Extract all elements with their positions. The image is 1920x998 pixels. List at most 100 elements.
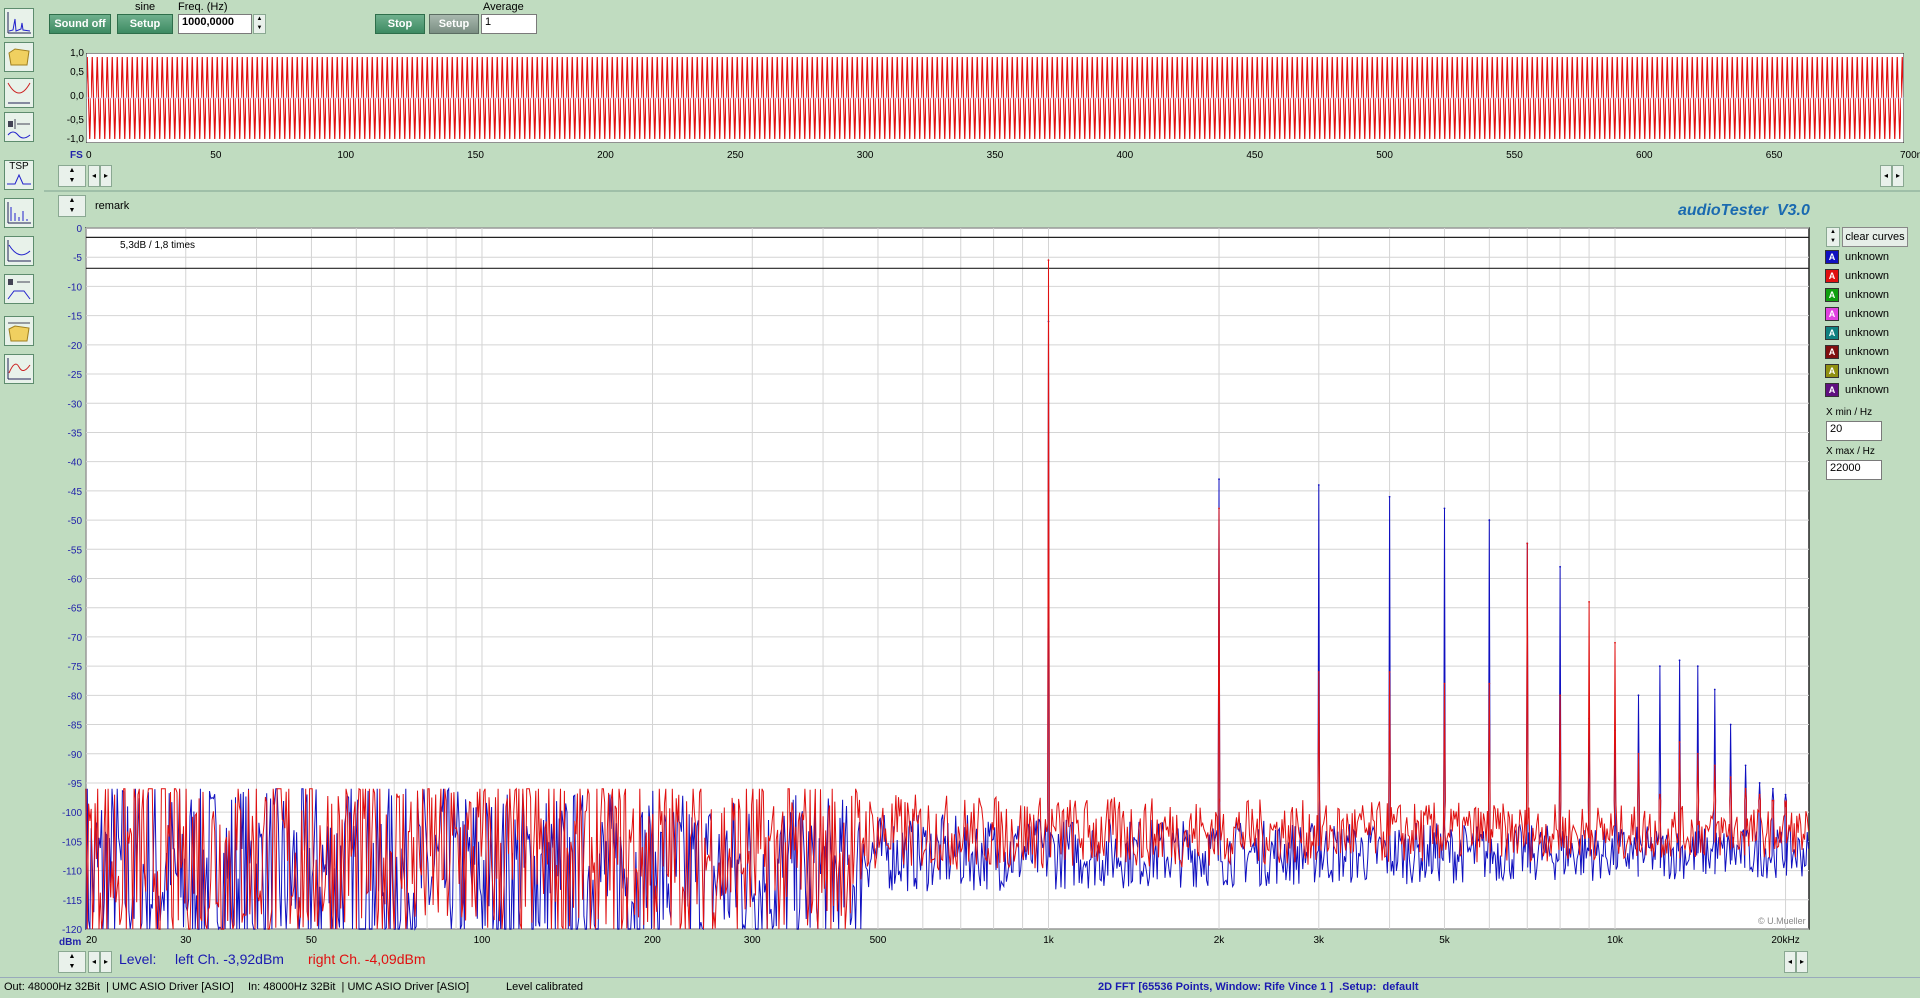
stop-button[interactable]: Stop	[375, 14, 425, 34]
spectrum-icon[interactable]	[4, 198, 34, 228]
curve-color-icon[interactable]: A	[1825, 364, 1839, 378]
harmonic-peak	[1713, 764, 1716, 767]
y-tick-label: -75	[68, 662, 83, 673]
distortion-icon[interactable]	[4, 354, 34, 384]
legend-label: unknown	[1845, 346, 1890, 358]
y-tick-label: -40	[68, 458, 83, 469]
harmonic-peak	[1772, 787, 1774, 790]
harmonic-peak	[1713, 688, 1716, 691]
curve-color-icon[interactable]: A	[1825, 383, 1839, 397]
fft-scroll-left[interactable]: ◂	[88, 951, 100, 973]
tsp-label: TSP	[9, 161, 29, 172]
harmonic-peak	[1658, 793, 1661, 796]
harmonic-peak	[1678, 659, 1681, 662]
y-tick-label: -65	[68, 604, 83, 615]
speaker-filter-icon[interactable]	[4, 274, 34, 304]
fft-view-icon[interactable]	[4, 8, 34, 38]
legend-scroll[interactable]: ▲ ▼	[1826, 227, 1840, 247]
curve-color-icon[interactable]: A	[1825, 326, 1839, 340]
legend-item[interactable]: Aunknown	[1825, 363, 1889, 379]
harmonic-peak	[1784, 793, 1787, 796]
harmonic-peak	[1047, 259, 1050, 262]
waveform-label[interactable]: sine	[135, 1, 155, 13]
legend-label: unknown	[1845, 251, 1890, 263]
legend-item[interactable]: Aunknown	[1825, 249, 1889, 265]
scope-y-tick: 0,5	[70, 67, 84, 78]
filter-icon[interactable]	[4, 78, 34, 108]
y-tick-label: -50	[68, 516, 83, 527]
average-label: Average	[483, 1, 524, 13]
harmonic-peak	[1658, 665, 1661, 668]
frequency-label: Freq. (Hz)	[178, 1, 228, 13]
status-bar: Out: 48000Hz 32Bit | UMC ASIO Driver [AS…	[0, 977, 1920, 998]
fft-x-right[interactable]: ▸	[1796, 951, 1808, 973]
tsp-icon[interactable]: TSP	[4, 160, 34, 190]
legend-label: unknown	[1845, 384, 1890, 396]
y-tick-label: 0	[76, 224, 82, 235]
harmonic-peak	[1758, 793, 1761, 796]
legend-label: unknown	[1845, 308, 1890, 320]
status-calibration: Level calibrated	[506, 981, 584, 993]
level-label: Level:	[119, 951, 157, 967]
xmax-input[interactable]: 22000	[1826, 460, 1882, 480]
response-curve-icon[interactable]	[4, 236, 34, 266]
scope-x-tick: 200	[597, 150, 614, 161]
scope-x-right[interactable]: ▸	[1892, 165, 1904, 187]
x-tick-label: 20	[86, 935, 98, 943]
legend-item[interactable]: Aunknown	[1825, 382, 1889, 398]
fft-y-unit: dBm	[59, 937, 82, 948]
speaker-wave-icon[interactable]	[4, 112, 34, 142]
xmin-input[interactable]: 20	[1826, 421, 1882, 441]
scope-plot	[86, 53, 1904, 143]
curve-color-icon[interactable]: A	[1825, 250, 1839, 264]
open-folder-icon[interactable]	[4, 42, 34, 72]
curve-color-icon[interactable]: A	[1825, 288, 1839, 302]
average-input[interactable]: 1	[481, 14, 537, 34]
frequency-stepper[interactable]: ▲ ▼	[253, 14, 266, 34]
status-output: Out: 48000Hz 32Bit | UMC ASIO Driver [AS…	[4, 981, 234, 993]
curve-color-icon[interactable]: A	[1825, 345, 1839, 359]
harmonic-peak	[1317, 671, 1320, 673]
x-tick-label: 10k	[1607, 935, 1624, 943]
y-tick-label: -35	[68, 428, 83, 439]
y-tick-label: -15	[68, 312, 83, 323]
scope-x-tick: 500	[1376, 150, 1393, 161]
curve-color-icon[interactable]: A	[1825, 269, 1839, 283]
scope-scroll-left[interactable]: ◂	[88, 165, 100, 187]
y-tick-label: -25	[68, 370, 83, 381]
legend-label: unknown	[1845, 365, 1890, 377]
fft-x-left[interactable]: ◂	[1784, 951, 1796, 973]
harmonic-peak	[1526, 542, 1529, 545]
analyzer-setup-button[interactable]: Setup	[429, 14, 479, 34]
scope-y-stepper[interactable]: ▲ ▼	[58, 165, 86, 187]
legend-item[interactable]: Aunknown	[1825, 268, 1889, 284]
curve-color-icon[interactable]: A	[1825, 307, 1839, 321]
harmonic-peak	[1388, 671, 1391, 673]
legend-item[interactable]: Aunknown	[1825, 306, 1889, 322]
status-fft-info: 2D FFT [65536 Points, Window: Rife Vince…	[1098, 981, 1419, 993]
fft-scroll-right[interactable]: ▸	[100, 951, 112, 973]
harmonic-peak	[1614, 641, 1616, 644]
clear-curves-button[interactable]: clear curves	[1842, 227, 1908, 247]
pane-divider[interactable]	[44, 190, 1920, 192]
harmonic-peak	[1559, 694, 1562, 697]
scope-x-tick: 100	[337, 150, 355, 161]
harmonic-peak	[1317, 484, 1320, 486]
frequency-input[interactable]: 1000,0000	[178, 14, 252, 34]
folder-speaker-icon[interactable]	[4, 316, 34, 346]
scope-x-tick: 700ms	[1899, 150, 1920, 161]
legend-item[interactable]: Aunknown	[1825, 344, 1889, 360]
scope-x-left[interactable]: ◂	[1880, 165, 1892, 187]
sound-toggle-button[interactable]: Sound off	[49, 14, 111, 34]
generator-setup-button[interactable]: Setup	[117, 14, 173, 34]
remark-label[interactable]: remark	[95, 200, 129, 212]
fft-y-stepper[interactable]: ▲ ▼	[58, 195, 86, 217]
fft-bottom-stepper[interactable]: ▲ ▼	[58, 951, 86, 973]
harmonic-peak	[1218, 478, 1220, 481]
legend-item[interactable]: Aunknown	[1825, 325, 1889, 341]
scope-scroll-right[interactable]: ▸	[100, 165, 112, 187]
legend-item[interactable]: Aunknown	[1825, 287, 1889, 303]
copyright-label: © U.Mueller	[1758, 916, 1806, 926]
y-tick-label: -100	[62, 808, 82, 819]
harmonic-peak	[1784, 805, 1787, 808]
